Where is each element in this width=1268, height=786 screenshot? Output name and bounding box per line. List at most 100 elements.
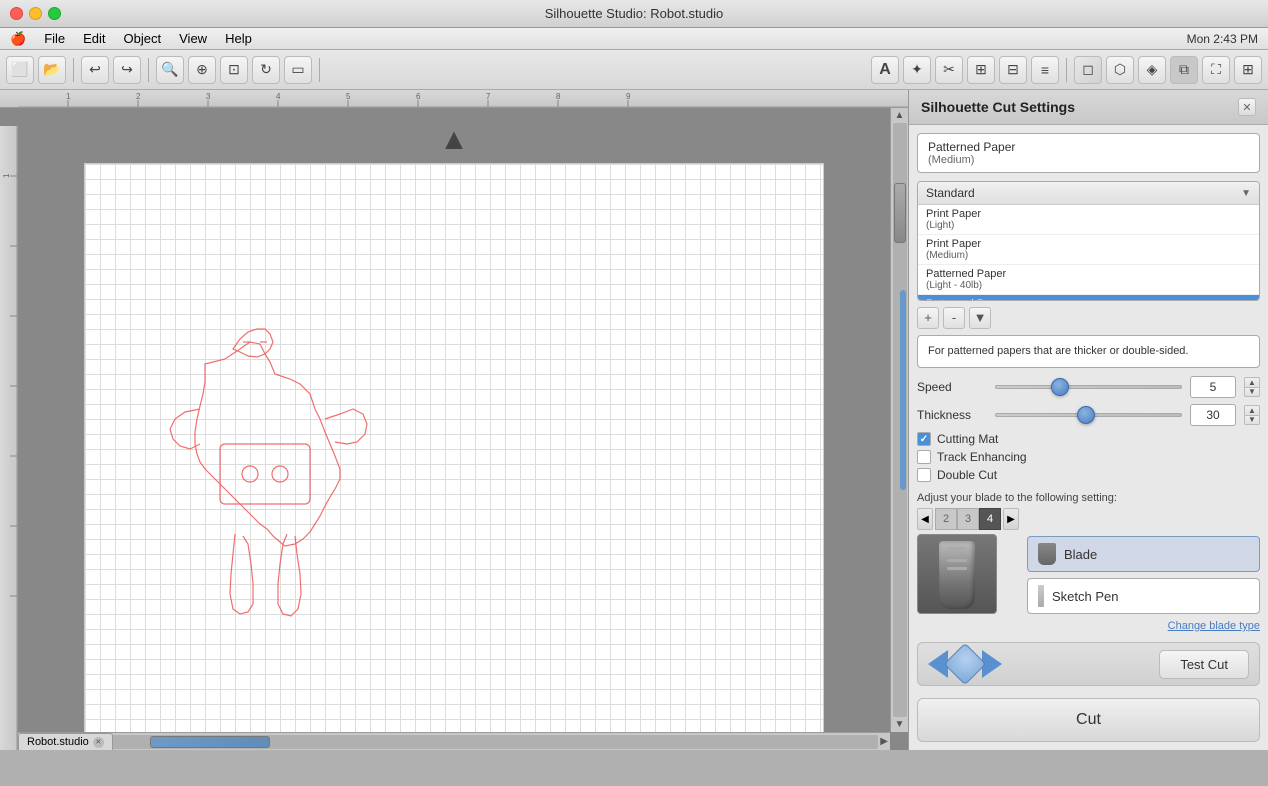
material-dropdown-label: Standard <box>926 186 975 200</box>
list-item-selected[interactable]: Patterned Paper (Medium) <box>918 295 1259 301</box>
menu-file[interactable]: File <box>44 31 65 46</box>
scrollbar-horizontal[interactable]: ◀ ▶ <box>18 732 890 750</box>
menu-help[interactable]: Help <box>225 31 252 46</box>
toolbar-group-btn[interactable]: ⊞ <box>967 56 995 84</box>
material-list: Print Paper (Light) Print Paper (Medium)… <box>918 205 1259 301</box>
tab-close-btn[interactable]: ✕ <box>93 737 104 748</box>
blade-option-sketch[interactable]: Sketch Pen <box>1027 578 1260 614</box>
cut-btn[interactable]: Cut <box>917 698 1260 742</box>
material-more-btn[interactable]: ▼ <box>969 307 991 329</box>
speed-slider-thumb[interactable] <box>1051 378 1069 396</box>
blade-number-area: ◀ 2 3 4 ▶ <box>917 508 1019 614</box>
speed-increment-btn[interactable]: ▲ <box>1244 377 1260 387</box>
feed-arrow: ▲ <box>439 123 469 157</box>
blade-num-active[interactable]: 4 <box>979 508 1001 530</box>
maximize-window-btn[interactable] <box>48 7 61 20</box>
blade-numbers: 2 3 4 <box>935 508 1001 530</box>
toolbar-sep-2 <box>148 58 149 82</box>
dropdown-arrow-icon: ▼ <box>1241 188 1251 199</box>
track-enhancing-row: Track Enhancing <box>917 450 1260 464</box>
close-window-btn[interactable] <box>10 7 23 20</box>
menu-view[interactable]: View <box>179 31 207 46</box>
toolbar-fill-btn[interactable]: ◻ <box>1074 56 1102 84</box>
blade-section: ◀ 2 3 4 ▶ <box>917 508 1260 614</box>
menu-apple[interactable]: 🍎 <box>10 31 26 47</box>
list-item[interactable]: Patterned Paper (Light - 40lb) <box>918 265 1259 295</box>
blade-prev-btn[interactable]: ◀ <box>917 508 933 530</box>
toolbar-ungroup-btn[interactable]: ⊟ <box>999 56 1027 84</box>
blade-num-1[interactable]: 2 <box>935 508 957 530</box>
blade-option-blade[interactable]: Blade <box>1027 536 1260 572</box>
blade-image <box>917 534 997 614</box>
thickness-row: Thickness 30 ▲ ▼ <box>917 404 1260 426</box>
toolbar-shadow-btn[interactable]: ◈ <box>1138 56 1166 84</box>
toolbar-zoom-out-btn[interactable]: 🔍 <box>156 56 184 84</box>
tab-robot-studio[interactable]: Robot.studio ✕ <box>18 733 113 750</box>
blade-num-2[interactable]: 3 <box>957 508 979 530</box>
test-cut-btn[interactable]: Test Cut <box>1159 650 1249 679</box>
blade-number-row: ◀ 2 3 4 ▶ <box>917 508 1019 530</box>
minimize-window-btn[interactable] <box>29 7 42 20</box>
cut-panel-close-btn[interactable]: ✕ <box>1238 98 1256 116</box>
scroll-thumb-h[interactable] <box>150 736 270 748</box>
material-controls: + - ▼ <box>917 307 1260 329</box>
cutting-mat-checkbox[interactable]: ✓ <box>917 432 931 446</box>
change-blade-link[interactable]: Change blade type <box>917 620 1260 632</box>
svg-text:6: 6 <box>416 92 421 101</box>
thickness-value[interactable]: 30 <box>1190 404 1236 426</box>
titlebar: Silhouette Studio: Robot.studio <box>0 0 1268 28</box>
thickness-slider[interactable] <box>995 405 1182 425</box>
blade-next-btn[interactable]: ▶ <box>1003 508 1019 530</box>
thickness-slider-thumb[interactable] <box>1077 406 1095 424</box>
toolbar-points-btn[interactable]: ✦ <box>903 56 931 84</box>
window-controls[interactable] <box>10 7 61 20</box>
toolbar-align-btn[interactable]: ≡ <box>1031 56 1059 84</box>
track-enhancing-label: Track Enhancing <box>937 450 1027 464</box>
thickness-decrement-btn[interactable]: ▼ <box>1244 415 1260 425</box>
toolbar-open-btn[interactable]: 📂 <box>38 56 66 84</box>
menu-object[interactable]: Object <box>124 31 162 46</box>
svg-text:1: 1 <box>66 92 71 101</box>
menubar-right: Mon 2:43 PM <box>1187 32 1258 46</box>
toolbar-knife-btn[interactable]: ✂ <box>935 56 963 84</box>
svg-text:4: 4 <box>276 92 281 101</box>
toolbar-stroke-btn[interactable]: ⬡ <box>1106 56 1134 84</box>
toolbar-sep-4 <box>1066 58 1067 82</box>
speed-value[interactable]: 5 <box>1190 376 1236 398</box>
thickness-increment-btn[interactable]: ▲ <box>1244 405 1260 415</box>
list-item[interactable]: Print Paper (Light) <box>918 205 1259 235</box>
canvas-area: 1 2 3 4 5 6 7 8 9 <box>0 90 908 750</box>
check-mark: ✓ <box>920 434 928 445</box>
track-enhancing-checkbox[interactable] <box>917 450 931 464</box>
speed-slider[interactable] <box>995 377 1182 397</box>
sketch-pen-icon <box>1038 585 1044 607</box>
material-remove-btn[interactable]: - <box>943 307 965 329</box>
toolbar-zoom-in-btn[interactable]: ⊕ <box>188 56 216 84</box>
toolbar-new-btn[interactable]: ⬜ <box>6 56 34 84</box>
selected-material-display: Patterned Paper (Medium) <box>917 133 1260 173</box>
menubar: 🍎 File Edit Object View Help Mon 2:43 PM <box>0 28 1268 50</box>
toolbar-text-btn[interactable]: A <box>871 56 899 84</box>
material-dropdown[interactable]: Standard ▼ Print Paper (Light) Print Pap… <box>917 181 1260 301</box>
toolbar-undo-btn[interactable]: ↩ <box>81 56 109 84</box>
blade-line2 <box>947 567 967 570</box>
toolbar-redo-btn[interactable]: ↪ <box>113 56 141 84</box>
toolbar-cut-settings-btn[interactable]: ⧉ <box>1170 56 1198 84</box>
blade-line <box>947 559 967 562</box>
toolbar-rotate-btn[interactable]: ↻ <box>252 56 280 84</box>
material-add-btn[interactable]: + <box>917 307 939 329</box>
double-cut-checkbox[interactable] <box>917 468 931 482</box>
toolbar-view-btn[interactable]: ▭ <box>284 56 312 84</box>
speed-decrement-btn[interactable]: ▼ <box>1244 387 1260 397</box>
list-item[interactable]: Print Paper (Medium) <box>918 235 1259 265</box>
toolbar-grid-btn[interactable]: ⊞ <box>1234 56 1262 84</box>
toolbar-expand-btn[interactable]: ⛶ <box>1202 56 1230 84</box>
scroll-thumb-v[interactable] <box>894 183 906 243</box>
robot-path-svg <box>85 164 824 732</box>
menu-edit[interactable]: Edit <box>83 31 105 46</box>
material-dropdown-header[interactable]: Standard ▼ <box>918 182 1259 205</box>
thickness-label: Thickness <box>917 408 987 422</box>
tab-bar: Robot.studio ✕ <box>18 732 113 750</box>
canvas-paper[interactable] <box>84 163 824 732</box>
toolbar-zoom-fit-btn[interactable]: ⊡ <box>220 56 248 84</box>
